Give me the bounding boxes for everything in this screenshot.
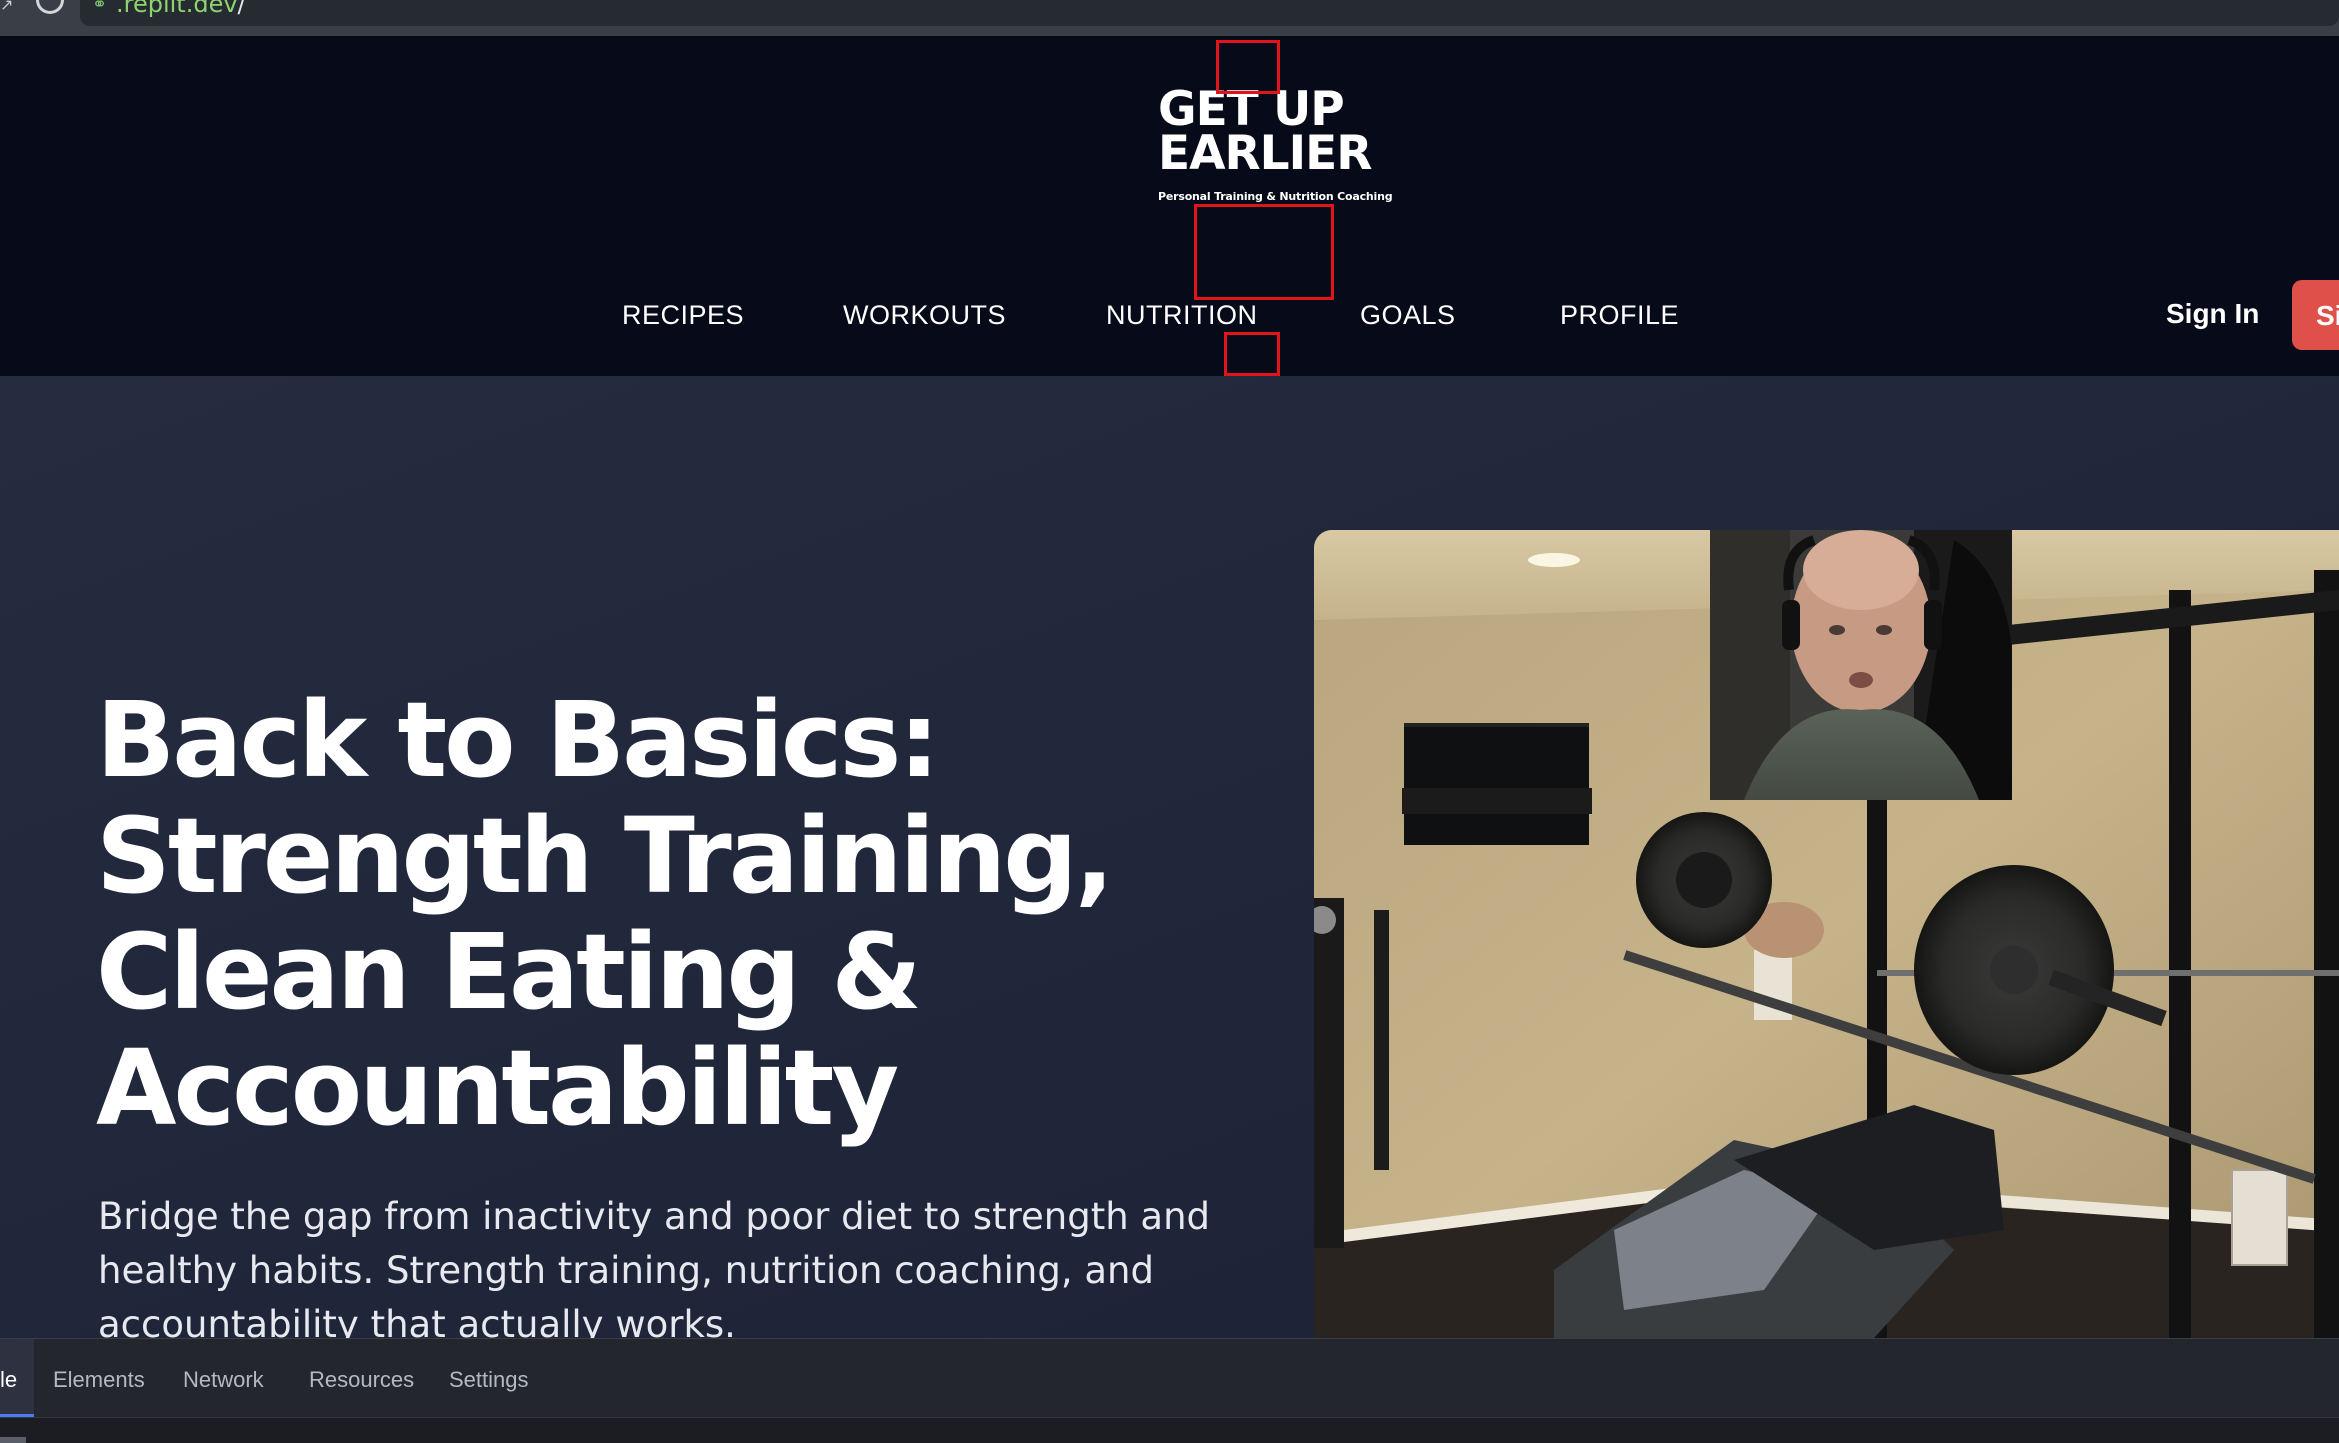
hero-title: Back to Basics: Strength Training, Clean… [96, 682, 1296, 1146]
annotation-box [1216, 40, 1280, 94]
address-bar[interactable] [80, 0, 2339, 26]
site-header: GET UP EARLIER Personal Training & Nutri… [0, 36, 2339, 376]
browser-toolbar: ↗ ⚭ .replit.dev/ [0, 0, 2339, 36]
hero-title-line: Back to Basics: [96, 679, 940, 801]
home-gym-bench-press-photo [1314, 530, 2339, 1338]
site-logo[interactable]: GET UP EARLIER Personal Training & Nutri… [1158, 86, 1393, 203]
hero-text-line: healthy habits. Strength training, nutri… [98, 1249, 1154, 1292]
hero-title-line: Strength Training, [96, 795, 1114, 917]
devtools-scrollbar[interactable] [0, 1437, 26, 1443]
logo-line-2: EARLIER [1158, 126, 1372, 181]
nav-recipes[interactable]: RECIPES [622, 300, 744, 331]
hero-description: Bridge the gap from inactivity and poor … [98, 1190, 1298, 1352]
devtools-tab-network[interactable]: Network [183, 1367, 264, 1393]
sign-up-button[interactable]: Si [2292, 280, 2339, 350]
nav-goals[interactable]: GOALS [1360, 300, 1456, 331]
annotation-box [1194, 204, 1334, 300]
reload-icon[interactable] [36, 0, 64, 14]
nav-nutrition[interactable]: NUTRITION [1106, 300, 1257, 331]
page: ↗ ⚭ .replit.dev/ GET UP EARLIER Personal… [0, 0, 2339, 1443]
devtools-panel: le Elements Network Resources Settings [0, 1338, 2339, 1443]
nav-workouts[interactable]: WORKOUTS [843, 300, 1006, 331]
nav-profile[interactable]: PROFILE [1560, 300, 1679, 331]
hero-section: Back to Basics: Strength Training, Clean… [0, 376, 2339, 1346]
logo-tagline: Personal Training & Nutrition Coaching [1158, 190, 1393, 203]
url-text[interactable]: .replit.dev/ [116, 0, 246, 18]
hero-title-line: Accountability [96, 1027, 899, 1149]
devtools-content-area [0, 1417, 2339, 1443]
hero-text-line: Bridge the gap from inactivity and poor … [98, 1195, 1211, 1238]
url-host: .replit.dev [116, 0, 238, 18]
devtools-tab-settings[interactable]: Settings [449, 1367, 529, 1393]
link-icon: ⚭ [92, 0, 108, 15]
hero-title-line: Clean Eating & [96, 911, 922, 1033]
devtools-tab-resources[interactable]: Resources [309, 1367, 414, 1393]
forward-arrow-icon[interactable]: ↗ [0, 0, 13, 14]
hero-video-image[interactable] [1314, 530, 2339, 1338]
devtools-tab-elements[interactable]: Elements [53, 1367, 145, 1393]
url-slash: / [237, 0, 246, 18]
devtools-tab-active[interactable]: le [0, 1339, 34, 1417]
devtools-tab-label: le [0, 1367, 18, 1392]
sign-in-link[interactable]: Sign In [2166, 298, 2259, 330]
main-nav: RECIPES WORKOUTS NUTRITION GOALS PROFILE [0, 300, 2339, 350]
